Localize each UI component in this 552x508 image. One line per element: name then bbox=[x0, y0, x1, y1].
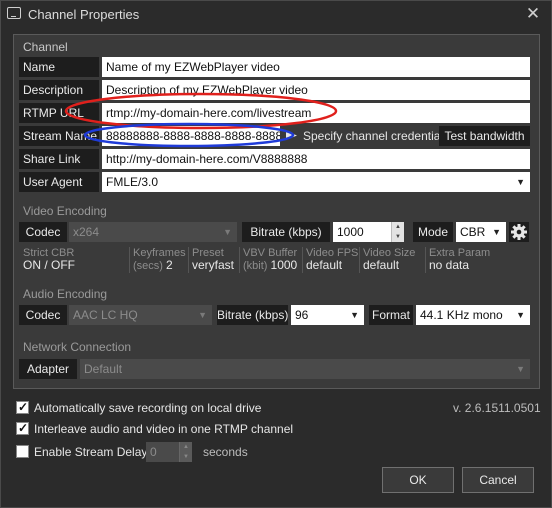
user-agent-label: User Agent bbox=[19, 172, 99, 192]
ok-button[interactable]: OK bbox=[382, 467, 454, 493]
adapter-select[interactable]: Default ▼ bbox=[80, 359, 530, 379]
name-field[interactable]: Name of my EZWebPlayer video bbox=[102, 57, 530, 77]
app-monitor-icon bbox=[7, 7, 21, 19]
chevron-down-icon: ▼ bbox=[223, 227, 232, 237]
share-link-label: Share Link bbox=[19, 149, 99, 169]
autosave-label: Automatically save recording on local dr… bbox=[34, 401, 262, 415]
format-select[interactable]: 44.1 KHz mono ▼ bbox=[416, 305, 530, 325]
stream-delay-checkbox[interactable] bbox=[16, 445, 29, 458]
strict-cbr-option[interactable]: Strict CBR ON / OFF bbox=[23, 248, 75, 272]
format-label: Format bbox=[369, 305, 413, 325]
adapter-label: Adapter bbox=[19, 359, 77, 379]
share-link-field[interactable]: http://my-domain-here.com/V8888888 bbox=[102, 149, 530, 169]
audio-bitrate-value: 96 bbox=[295, 308, 309, 322]
audio-codec-label: Codec bbox=[19, 305, 67, 325]
video-bitrate-field[interactable]: 1000 bbox=[333, 222, 392, 242]
extra-param-option[interactable]: Extra Param no data bbox=[429, 248, 490, 272]
chevron-down-icon: ▼ bbox=[350, 310, 359, 320]
format-value: 44.1 KHz mono bbox=[420, 308, 503, 322]
audio-codec-value: AAC LC HQ bbox=[73, 308, 138, 322]
video-bitrate-spinner[interactable]: ▲ ▼ bbox=[391, 222, 404, 242]
video-fps-option[interactable]: Video FPS default bbox=[306, 248, 358, 272]
video-codec-value: x264 bbox=[73, 225, 100, 239]
video-settings-button[interactable] bbox=[509, 222, 529, 242]
stream-name-field[interactable]: 88888888-8888-8888-8888-88888888 bbox=[102, 126, 280, 146]
channel-properties-dialog: Channel Properties ✕ Channel Name Name o… bbox=[0, 0, 552, 508]
mode-select[interactable]: CBR ▼ bbox=[456, 222, 506, 242]
test-bandwidth-button[interactable]: Test bandwidth bbox=[439, 126, 530, 146]
description-field[interactable]: Description of my EZWebPlayer video bbox=[102, 80, 530, 100]
video-codec-select[interactable]: x264 ▼ bbox=[69, 222, 237, 242]
audio-bitrate-label: Bitrate (kbps) bbox=[217, 305, 288, 325]
chevron-down-icon: ▼ bbox=[516, 364, 525, 374]
stream-delay-unit: seconds bbox=[203, 445, 248, 459]
rtmp-url-field[interactable]: rtmp://my-domain-here.com/livestream bbox=[102, 103, 530, 123]
user-agent-select[interactable]: FMLE/3.0 ▼ bbox=[102, 172, 530, 192]
chevron-down-icon: ▼ bbox=[516, 177, 525, 187]
stream-delay-spinner[interactable]: ▲ ▼ bbox=[179, 442, 192, 462]
adapter-value: Default bbox=[84, 362, 123, 376]
chevron-down-icon: ▼ bbox=[198, 310, 207, 320]
keyframes-option[interactable]: Keyframes (secs) 2 bbox=[133, 248, 186, 272]
divider bbox=[302, 247, 303, 273]
channel-section-title: Channel bbox=[23, 40, 68, 54]
video-codec-label: Codec bbox=[19, 222, 67, 242]
interleave-checkbox[interactable] bbox=[16, 421, 29, 435]
vbv-buffer-option[interactable]: VBV Buffer (kbit) 1000 bbox=[243, 248, 297, 272]
version-text: v. 2.6.1511.0501 bbox=[453, 401, 541, 415]
divider bbox=[239, 247, 240, 273]
divider bbox=[359, 247, 360, 273]
stream-delay-label: Enable Stream Delay bbox=[34, 445, 148, 459]
rtmp-url-label: RTMP URL bbox=[19, 103, 99, 123]
video-size-option[interactable]: Video Size default bbox=[363, 248, 415, 272]
audio-bitrate-select[interactable]: 96 ▼ bbox=[291, 305, 364, 325]
divider bbox=[129, 247, 130, 273]
chevron-down-icon: ▼ bbox=[516, 310, 525, 320]
autosave-checkbox[interactable] bbox=[16, 400, 29, 414]
network-section-title: Network Connection bbox=[23, 340, 132, 354]
divider bbox=[425, 247, 426, 273]
divider bbox=[188, 247, 189, 273]
interleave-label: Interleave audio and video in one RTMP c… bbox=[34, 422, 294, 436]
video-section-title: Video Encoding bbox=[23, 204, 107, 218]
mode-label: Mode bbox=[413, 222, 453, 242]
close-button[interactable]: ✕ bbox=[523, 5, 543, 23]
credentials-toggle-icon[interactable] bbox=[285, 129, 298, 142]
credentials-label[interactable]: Specify channel credentials bbox=[303, 129, 449, 143]
window-title: Channel Properties bbox=[28, 7, 140, 22]
stream-delay-field[interactable]: 0 bbox=[146, 442, 179, 462]
mode-value: CBR bbox=[460, 225, 486, 239]
gear-icon bbox=[511, 224, 527, 240]
audio-section-title: Audio Encoding bbox=[23, 287, 108, 301]
title-bar: Channel Properties ✕ bbox=[1, 1, 551, 28]
user-agent-value: FMLE/3.0 bbox=[106, 175, 159, 189]
chevron-down-icon: ▼ bbox=[492, 227, 501, 237]
audio-codec-select[interactable]: AAC LC HQ ▼ bbox=[69, 305, 212, 325]
name-label: Name bbox=[19, 57, 99, 77]
video-bitrate-label: Bitrate (kbps) bbox=[242, 222, 330, 242]
stream-name-label: Stream Name bbox=[19, 126, 99, 146]
description-label: Description bbox=[19, 80, 99, 100]
cancel-button[interactable]: Cancel bbox=[462, 467, 534, 493]
preset-option[interactable]: Preset veryfast bbox=[192, 248, 234, 272]
